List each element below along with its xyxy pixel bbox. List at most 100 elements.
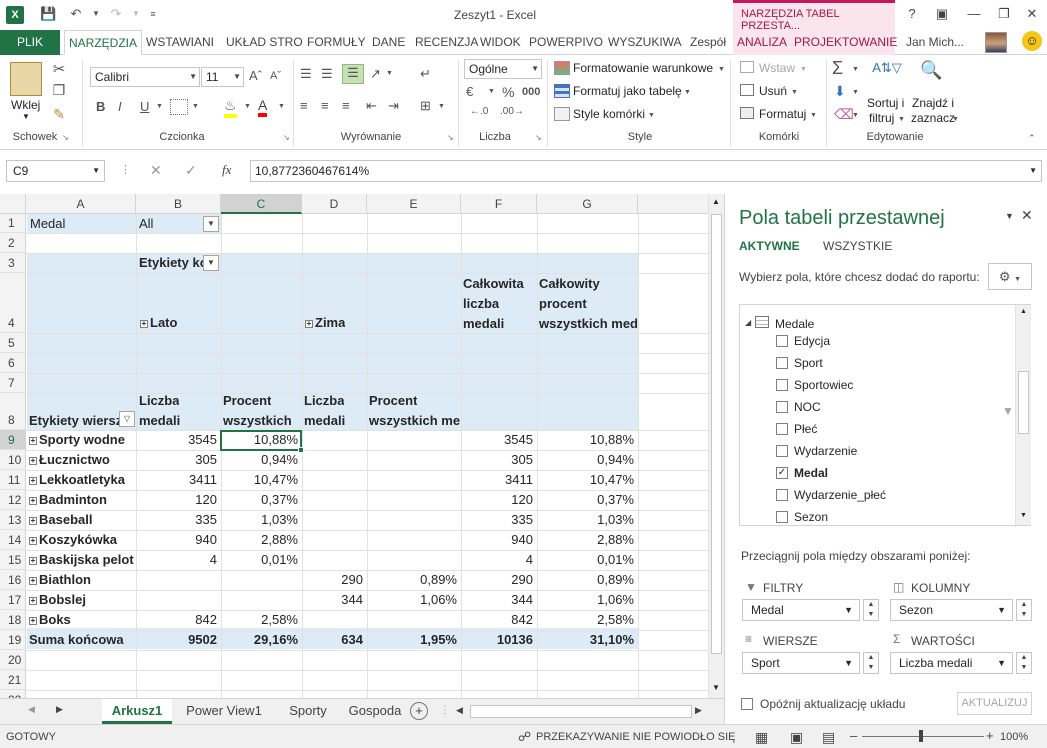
value-cell[interactable]: 344	[303, 590, 366, 610]
expand-icon[interactable]: +	[29, 437, 37, 445]
tab-team[interactable]: Zespół	[686, 30, 730, 55]
insert-function-icon[interactable]: fx	[222, 162, 231, 178]
font-launcher-icon[interactable]: ↘	[283, 133, 291, 142]
borders-dropdown-icon[interactable]: ▼	[192, 103, 199, 110]
format-button[interactable]: Formatuj	[759, 107, 806, 121]
accounting-format-icon[interactable]: €	[466, 84, 473, 99]
row-header-13[interactable]: 13	[0, 510, 26, 530]
expand-icon[interactable]: +	[305, 320, 313, 328]
page-layout-view-icon[interactable]: ▣	[790, 729, 803, 746]
conditional-format-button[interactable]: Formatowanie warunkowe	[573, 61, 713, 75]
columns-move-spinner[interactable]: ▲ ▼	[1016, 599, 1032, 621]
align-left-icon[interactable]: ≡	[300, 98, 308, 113]
value-cell[interactable]: 305	[137, 450, 220, 470]
report-filter-dropdown[interactable]: ▼	[203, 216, 219, 232]
columns-field-chip[interactable]: Sezon ▼	[890, 599, 1013, 621]
confirm-edit-icon[interactable]: ✓	[185, 162, 197, 179]
row-header-2[interactable]: 2	[0, 233, 26, 253]
row-header-12[interactable]: 12	[0, 490, 26, 510]
row-header-22[interactable]: 22	[0, 690, 26, 698]
value-cell[interactable]: 335	[462, 510, 536, 530]
pane-options-icon[interactable]: ▼	[1005, 211, 1014, 221]
collapse-ribbon-icon[interactable]: ⌃	[1028, 133, 1036, 144]
format-as-table-button[interactable]: Formatuj jako tabelę	[573, 84, 682, 98]
value-cell[interactable]: 842	[137, 610, 220, 630]
value-cell[interactable]: 1,03%	[222, 510, 301, 530]
formula-bar-grip-icon[interactable]: ⋮	[120, 163, 131, 176]
field-checkbox[interactable]: ✓	[776, 467, 788, 479]
value-cell[interactable]: 31,10%	[538, 630, 637, 650]
expand-icon[interactable]: +	[29, 457, 37, 465]
sheet-tab-power-view1[interactable]: Power View1	[176, 699, 272, 724]
pane-close-icon[interactable]: ✕	[1021, 207, 1033, 224]
chevron-down-icon[interactable]: ▼	[648, 112, 655, 119]
ribbon-display-icon[interactable]: ▣	[930, 6, 954, 24]
worksheet-grid[interactable]: A B C D E F G 1 2 3 4 5 6 7 8 9 10 11 12 13 14 15 16 17 1…	[0, 194, 708, 698]
row-header-15[interactable]: 15	[0, 550, 26, 570]
row-header-16[interactable]: 16	[0, 570, 26, 590]
next-sheet-icon[interactable]: ▶	[56, 704, 63, 715]
find-select-icon[interactable]: 🔍	[920, 60, 942, 81]
delete-cells-icon[interactable]	[740, 84, 754, 96]
align-middle-icon[interactable]: ☰	[321, 66, 333, 82]
row-header-5[interactable]: 5	[0, 333, 26, 353]
clear-dropdown-icon[interactable]: ▼	[852, 112, 859, 119]
insert-button[interactable]: Wstaw	[759, 61, 795, 75]
column-labels-dropdown[interactable]: ▼	[203, 255, 219, 271]
value-cell[interactable]: 2,88%	[222, 530, 301, 550]
tab-page-layout[interactable]: UKŁAD STRO	[222, 30, 307, 55]
row-label[interactable]: + Bobslej	[29, 590, 135, 610]
value-cell[interactable]: 305	[462, 450, 536, 470]
row-header-3[interactable]: 3	[0, 253, 26, 273]
chevron-down-icon[interactable]: ▼	[684, 89, 691, 96]
clear-icon[interactable]: ⌫	[834, 106, 854, 123]
expand-icon[interactable]: +	[29, 577, 37, 585]
number-launcher-icon[interactable]: ↘	[535, 133, 543, 142]
table-name-medale[interactable]: Medale	[775, 317, 814, 331]
row-header-17[interactable]: 17	[0, 590, 26, 610]
close-icon[interactable]: ✕	[1020, 6, 1044, 24]
value-cell[interactable]: 344	[462, 590, 536, 610]
tab-file[interactable]: PLIK	[0, 30, 60, 55]
layout-gear-icon[interactable]: ⚙ ▼	[988, 263, 1032, 290]
row-header-21[interactable]: 21	[0, 670, 26, 690]
row-header-8[interactable]: 8	[0, 393, 26, 430]
insert-cells-icon[interactable]	[740, 61, 754, 73]
chevron-down-icon[interactable]: ▼	[898, 116, 905, 123]
value-cell[interactable]: 3411	[137, 470, 220, 490]
copy-icon[interactable]: ❐	[50, 82, 68, 99]
decrease-decimal-icon[interactable]: .00→	[500, 106, 524, 117]
expand-icon[interactable]: +	[29, 617, 37, 625]
value-cell[interactable]: 0,37%	[538, 490, 637, 510]
status-message[interactable]: PRZEKAZYWANIE NIE POWIODŁO SIĘ	[536, 731, 735, 743]
value-cell[interactable]: 2,88%	[538, 530, 637, 550]
field-list-scrollbar[interactable]: ▲ ▼	[1015, 305, 1031, 525]
field-checkbox[interactable]	[776, 445, 788, 457]
clipboard-launcher-icon[interactable]: ↘	[62, 133, 70, 142]
row-label[interactable]: + Boks	[29, 610, 135, 630]
align-bottom-icon[interactable]: ☰	[342, 64, 364, 84]
row-header-4[interactable]: 4	[0, 273, 26, 333]
expand-icon[interactable]: +	[29, 537, 37, 545]
restore-icon[interactable]: ❐	[992, 6, 1016, 24]
chevron-down-icon[interactable]: ▼	[718, 66, 725, 73]
scroll-up-icon[interactable]: ▲	[712, 197, 720, 206]
grand-total-label[interactable]: Suma końcowa	[29, 630, 135, 650]
field-label[interactable]: Sport	[794, 356, 823, 370]
chevron-down-icon[interactable]: ▼	[800, 66, 807, 73]
new-sheet-icon[interactable]: +	[410, 702, 428, 720]
cell-styles-button[interactable]: Style komórki	[573, 107, 645, 121]
filters-field-chip[interactable]: Medal ▼	[742, 599, 860, 621]
column-labels-header[interactable]: Etykiety ko	[139, 253, 203, 273]
merge-center-icon[interactable]: ⊞	[420, 98, 431, 114]
tab-insert[interactable]: WSTAWIANI	[142, 30, 218, 55]
page-break-view-icon[interactable]: ▤	[822, 729, 835, 746]
value-cell[interactable]: 842	[462, 610, 536, 630]
field-label[interactable]: NOC	[794, 400, 821, 414]
value-cell[interactable]: 940	[462, 530, 536, 550]
tab-home[interactable]: NARZĘDZIA	[64, 30, 143, 55]
font-color-icon[interactable]: A	[258, 97, 268, 117]
field-checkbox[interactable]	[776, 357, 788, 369]
comma-style-icon[interactable]: 000	[522, 86, 540, 98]
value-cell[interactable]: 0,01%	[538, 550, 637, 570]
